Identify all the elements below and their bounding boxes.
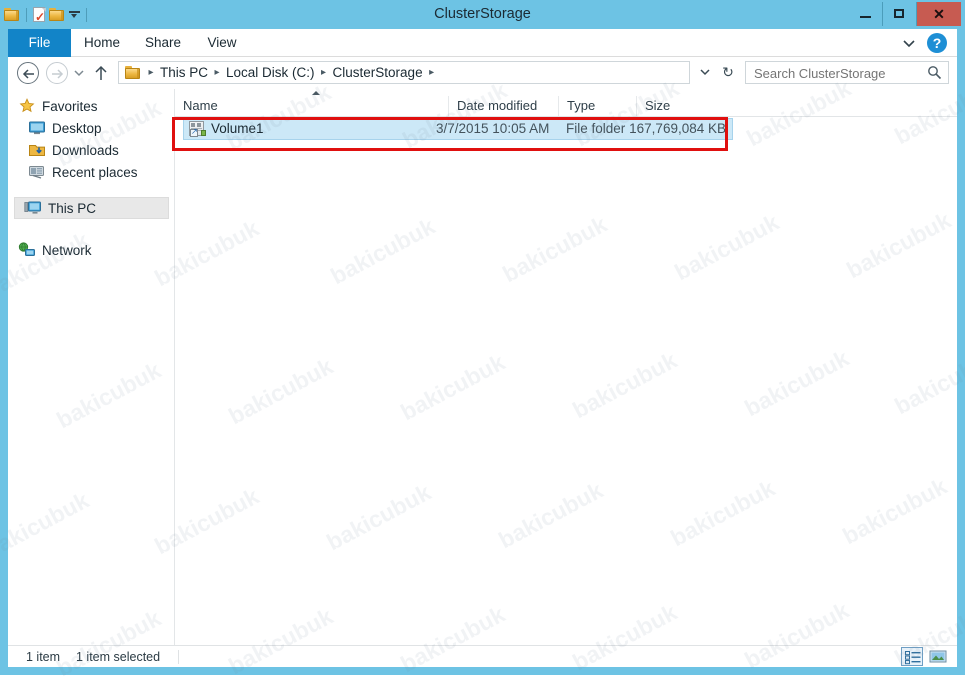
explorer-window: ClusterStorage ✓ File Home Share View <box>0 0 965 681</box>
sidebar-item-label: Downloads <box>52 142 119 158</box>
downloads-icon <box>28 141 46 159</box>
title-bar: ClusterStorage ✓ <box>0 0 965 29</box>
recent-locations-caret-icon[interactable] <box>72 66 86 80</box>
junction-shortcut-icon <box>189 121 206 137</box>
column-header-name[interactable]: Name <box>175 96 448 116</box>
desktop-icon <box>28 119 46 137</box>
new-folder-icon[interactable] <box>49 7 65 22</box>
refresh-icon[interactable]: ↻ <box>720 64 736 80</box>
sidebar-item-label: Desktop <box>52 120 102 136</box>
address-bar: ▸ This PC ▸ Local Disk (C:) ▸ ClusterSto… <box>8 57 957 89</box>
sidebar-item-label: Recent places <box>52 164 138 180</box>
sidebar-item-network[interactable]: Network <box>8 239 92 261</box>
recent-places-icon <box>28 163 46 181</box>
file-list-pane: Name Date modified Type Size Volume1 <box>175 89 957 645</box>
sidebar-item-desktop[interactable]: Desktop <box>8 117 102 139</box>
sidebar-item-label: Favorites <box>42 98 98 114</box>
up-one-level-button[interactable] <box>93 64 109 82</box>
large-icons-view-button[interactable] <box>927 647 949 666</box>
table-row[interactable]: Volume1 3/7/2015 10:05 AM File folder 16… <box>183 118 733 140</box>
this-pc-icon <box>24 199 42 217</box>
search-box[interactable] <box>745 61 949 85</box>
breadcrumb-separator-1[interactable]: ▸ <box>210 66 224 80</box>
qat-divider-2 <box>86 7 87 22</box>
quick-access-toolbar: ✓ <box>4 3 91 26</box>
column-header-date-modified[interactable]: Date modified <box>448 96 558 116</box>
qat-divider-1 <box>26 7 27 22</box>
sidebar-item-favorites[interactable]: Favorites <box>8 95 98 117</box>
tab-share[interactable]: Share <box>133 29 193 57</box>
tab-view[interactable]: View <box>193 29 251 57</box>
sidebar-item-label: Network <box>42 242 92 258</box>
breadcrumb-separator-3[interactable]: ▸ <box>425 66 439 80</box>
cell-type: File folder <box>566 121 626 136</box>
cell-name: Volume1 <box>211 121 264 136</box>
content-area: Favorites Desktop Downloads Recent place… <box>8 89 957 645</box>
sidebar-item-label: This PC <box>48 200 97 216</box>
chevron-down-icon[interactable] <box>901 35 917 51</box>
breadcrumb-folder-icon[interactable] <box>125 65 141 80</box>
details-view-button[interactable] <box>901 647 923 666</box>
window-title: ClusterStorage <box>434 6 531 22</box>
forward-button[interactable] <box>46 62 68 84</box>
navigation-pane: Favorites Desktop Downloads Recent place… <box>8 89 175 645</box>
status-item-count: 1 item <box>26 650 61 664</box>
maximize-button[interactable] <box>882 2 916 26</box>
sidebar-item-downloads[interactable]: Downloads <box>8 139 119 161</box>
address-dropdown-caret-icon[interactable] <box>698 65 712 79</box>
tab-home[interactable]: Home <box>71 29 133 57</box>
breadcrumb-item-local-disk[interactable]: Local Disk (C:) <box>224 65 317 80</box>
window-controls <box>849 2 961 26</box>
network-icon <box>18 241 36 259</box>
close-button[interactable] <box>916 2 961 26</box>
sidebar-item-this-pc[interactable]: This PC <box>8 197 96 219</box>
breadcrumb-item-this-pc[interactable]: This PC <box>158 65 210 80</box>
breadcrumb-separator-0[interactable]: ▸ <box>144 66 158 80</box>
cell-date-modified: 3/7/2015 10:05 AM <box>436 121 550 136</box>
customize-caret-icon[interactable] <box>69 9 80 20</box>
sidebar-item-recent-places[interactable]: Recent places <box>8 161 138 183</box>
properties-icon[interactable]: ✓ <box>33 6 47 23</box>
sort-ascending-icon <box>312 91 320 95</box>
column-header-type[interactable]: Type <box>558 96 636 116</box>
status-selection-info: 1 item selected <box>76 650 161 664</box>
status-bar: 1 item 1 item selected <box>8 645 957 667</box>
ribbon-tab-bar: File Home Share View ? <box>8 29 957 57</box>
status-divider <box>178 650 179 664</box>
tab-file[interactable]: File <box>8 29 71 57</box>
view-mode-buttons <box>901 647 949 666</box>
file-rows: Volume1 3/7/2015 10:05 AM File folder 16… <box>175 117 957 645</box>
search-icon[interactable] <box>927 65 942 80</box>
breadcrumb[interactable]: ▸ This PC ▸ Local Disk (C:) ▸ ClusterSto… <box>118 61 690 84</box>
folder-icon[interactable] <box>4 7 20 22</box>
column-headers: Name Date modified Type Size <box>175 96 957 117</box>
cell-size: 167,769,084 KB <box>629 121 726 136</box>
back-button[interactable] <box>17 62 39 84</box>
star-icon <box>18 97 36 115</box>
minimize-button[interactable] <box>849 2 882 26</box>
search-input[interactable] <box>752 62 921 85</box>
breadcrumb-item-clusterstorage[interactable]: ClusterStorage <box>331 65 425 80</box>
column-header-size[interactable]: Size <box>636 96 736 116</box>
breadcrumb-separator-2[interactable]: ▸ <box>317 66 331 80</box>
help-icon[interactable]: ? <box>927 33 947 53</box>
